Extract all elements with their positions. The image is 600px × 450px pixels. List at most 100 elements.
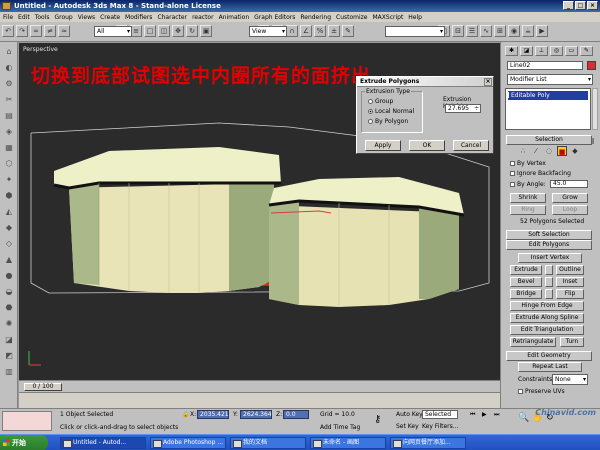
rotate-icon[interactable]: ↻ (186, 25, 198, 37)
taskbar-item-paint[interactable]: 未命名 - 画图 (310, 437, 386, 449)
align-icon[interactable]: ⊟ (452, 25, 464, 37)
minimize-button[interactable]: _ (563, 1, 574, 10)
layer-icon[interactable]: ☰ (466, 25, 478, 37)
option-by-polygon-radio[interactable]: By Polygon (368, 118, 408, 125)
named-selection-set-dropdown[interactable] (385, 26, 445, 37)
schematic-icon[interactable]: ⊞ (494, 25, 506, 37)
extrude-settings-button[interactable] (545, 265, 553, 275)
zoom-icon[interactable]: 🔍 (518, 413, 529, 423)
menu-create[interactable]: Create (100, 14, 120, 21)
taskbar-item-3dsmax[interactable]: Untitled - Autod... (60, 437, 146, 449)
tool-icon-7[interactable]: ▦ (3, 142, 15, 154)
go-to-end-icon[interactable]: ⏭ (494, 411, 499, 419)
menu-rendering[interactable]: Rendering (300, 14, 331, 21)
menu-maxscript[interactable]: MAXScript (373, 14, 404, 21)
edit-triangulation-button[interactable]: Edit Triangulation (510, 325, 584, 335)
taskbar-item-photoshop[interactable]: Adobe Photoshop ... (150, 437, 226, 449)
option-local-normal-radio[interactable]: Local Normal (368, 108, 414, 115)
reference-coord-dropdown[interactable]: View (249, 26, 287, 37)
bridge-settings-button[interactable] (545, 289, 553, 299)
maxscript-listener-box[interactable] (2, 411, 52, 431)
curve-editor-icon[interactable]: ∿ (480, 25, 492, 37)
ignore-backfacing-checkbox[interactable]: Ignore Backfacing (510, 170, 571, 177)
preserve-uvs-checkbox[interactable]: Preserve UVs (518, 388, 565, 395)
tool-icon-8[interactable]: ⬡ (3, 158, 15, 170)
track-bar[interactable] (19, 392, 500, 408)
bevel-settings-button[interactable] (545, 277, 553, 287)
play-icon[interactable]: ▶ (482, 411, 487, 418)
tool-icon-16[interactable]: ◒ (3, 286, 15, 298)
flip-button[interactable]: Flip (556, 289, 584, 299)
x-coordinate-field[interactable]: 2035.421 (197, 410, 229, 419)
scale-icon[interactable]: ▣ (200, 25, 212, 37)
menu-file[interactable]: File (3, 14, 13, 21)
menu-customize[interactable]: Customize (336, 14, 368, 21)
set-key-button[interactable]: Set Key (396, 423, 419, 430)
tool-icon-1[interactable]: ⌂ (3, 46, 15, 58)
hinge-from-edge-button[interactable]: Hinge From Edge (510, 301, 584, 311)
auto-key-button[interactable]: Auto Key (396, 411, 423, 418)
tool-icon-21[interactable]: ▥ (3, 366, 15, 378)
element-mode-icon[interactable]: ◆ (570, 146, 580, 156)
tool-icon-10[interactable]: ⬢ (3, 190, 15, 202)
percent-snap-icon[interactable]: % (314, 25, 326, 37)
menu-modifiers[interactable]: Modifiers (125, 14, 152, 21)
tool-icon-14[interactable]: ▲ (3, 254, 15, 266)
menu-help[interactable]: Help (408, 14, 422, 21)
selection-rollout-header[interactable]: Selection (506, 135, 592, 145)
y-coordinate-field[interactable]: 2624.364 (240, 410, 272, 419)
extrude-button[interactable]: Extrude (510, 265, 542, 275)
shrink-button[interactable]: Shrink (510, 193, 546, 203)
start-button[interactable]: 开始 (0, 435, 48, 450)
inset-button[interactable]: Inset (556, 277, 584, 287)
tool-icon-15[interactable]: ● (3, 270, 15, 282)
tool-icon-19[interactable]: ◪ (3, 334, 15, 346)
by-vertex-checkbox[interactable]: By Vertex (510, 160, 546, 167)
maximize-button[interactable]: □ (575, 1, 586, 10)
angle-snap-icon[interactable]: ∠ (300, 25, 312, 37)
tool-icon-5[interactable]: ▤ (3, 110, 15, 122)
insert-vertex-button[interactable]: Insert Vertex (518, 253, 582, 263)
apply-button[interactable]: Apply (365, 140, 401, 151)
edge-mode-icon[interactable]: ⁄ (531, 146, 541, 156)
unlink-icon[interactable]: ≠ (44, 25, 56, 37)
tool-icon-9[interactable]: ✦ (3, 174, 15, 186)
loop-button[interactable]: Loop (552, 205, 588, 215)
add-time-tag[interactable]: Add Time Tag (320, 424, 360, 431)
taskbar-item-web[interactable]: 向网页餐厅添加... (390, 437, 466, 449)
z-coordinate-field[interactable]: 0.0 (283, 410, 309, 419)
polygon-mode-icon[interactable]: ■ (557, 146, 567, 156)
retriangulate-button[interactable]: Retriangulate (510, 337, 556, 347)
outline-button[interactable]: Outline (556, 265, 584, 275)
tool-icon-3[interactable]: ⚙ (3, 78, 15, 90)
bind-spacewarp-icon[interactable]: ≈ (58, 25, 70, 37)
redo-icon[interactable]: ↷ (16, 25, 28, 37)
key-mode-dropdown[interactable]: Selected (422, 410, 458, 419)
soft-selection-rollout-header[interactable]: Soft Selection (506, 230, 592, 240)
go-to-start-icon[interactable]: ⏮ (470, 411, 475, 419)
move-icon[interactable]: ✥ (172, 25, 184, 37)
tool-icon-2[interactable]: ◐ (3, 62, 15, 74)
tool-icon-4[interactable]: ✂ (3, 94, 15, 106)
menu-group[interactable]: Group (54, 14, 72, 21)
window-crossing-icon[interactable]: ◫ (158, 25, 170, 37)
vertex-mode-icon[interactable]: ∴ (518, 146, 528, 156)
cancel-button[interactable]: Cancel (453, 140, 489, 151)
tool-icon-17[interactable]: ⬣ (3, 302, 15, 314)
tool-icon-11[interactable]: ◭ (3, 206, 15, 218)
time-slider[interactable]: 0 / 100 (24, 383, 62, 391)
rect-region-icon[interactable]: □ (144, 25, 156, 37)
tool-icon-6[interactable]: ◈ (3, 126, 15, 138)
turn-button[interactable]: Turn (560, 337, 584, 347)
extrude-along-spline-button[interactable]: Extrude Along Spline (510, 313, 584, 323)
taskbar-item-my-documents[interactable]: 我的文档 (230, 437, 306, 449)
angle-spinner[interactable]: 45.0 (550, 180, 588, 188)
time-slider-track[interactable]: 0 / 100 (19, 380, 500, 392)
link-icon[interactable]: ∞ (30, 25, 42, 37)
tool-icon-12[interactable]: ◆ (3, 222, 15, 234)
close-button[interactable]: × (587, 1, 598, 10)
ok-button[interactable]: OK (409, 140, 445, 151)
undo-icon[interactable]: ↶ (2, 25, 14, 37)
tool-icon-13[interactable]: ◇ (3, 238, 15, 250)
menu-views[interactable]: Views (78, 14, 95, 21)
